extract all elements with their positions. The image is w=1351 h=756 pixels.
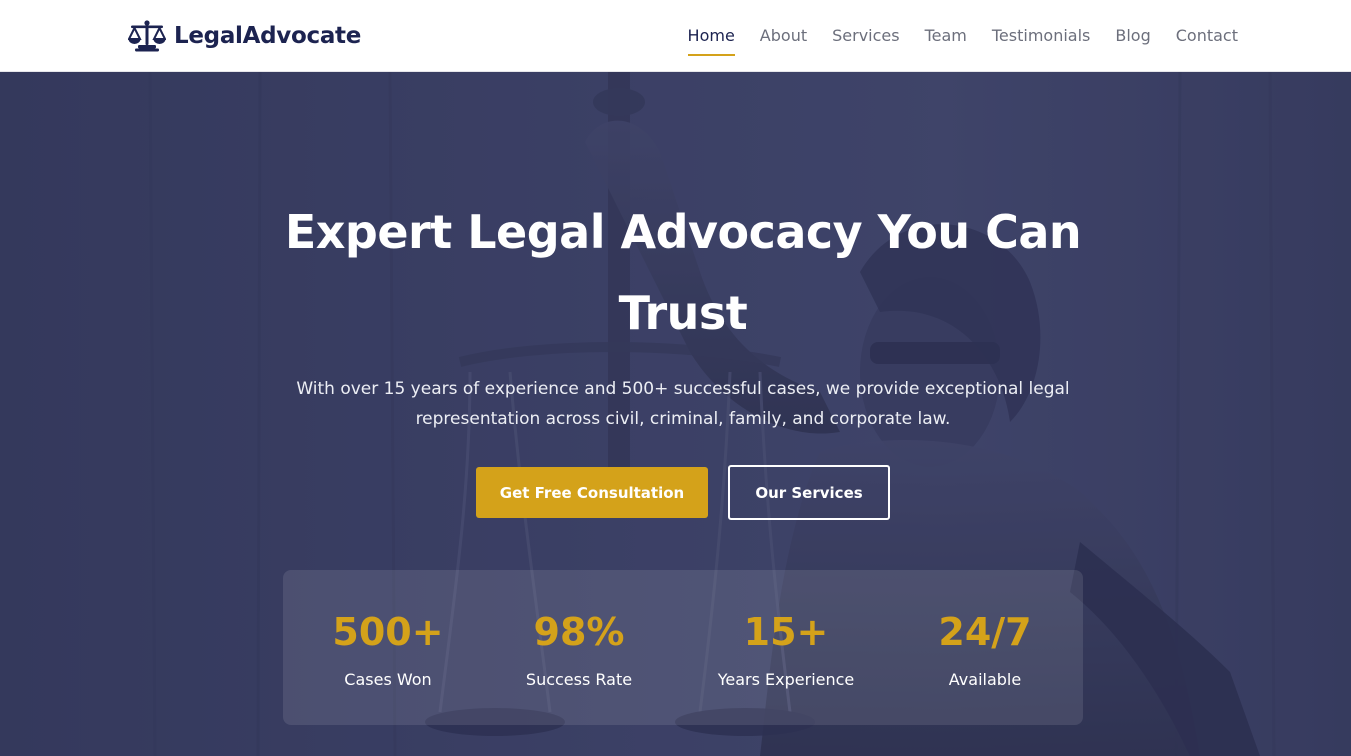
main-nav: Home About Services Team Testimonials Bl… — [687, 0, 1238, 72]
nav-about[interactable]: About — [760, 0, 807, 72]
nav-home[interactable]: Home — [687, 0, 736, 72]
stat-value: 15+ — [743, 610, 829, 654]
nav-testimonials[interactable]: Testimonials — [992, 0, 1091, 72]
our-services-button[interactable]: Our Services — [728, 465, 890, 520]
scales-of-justice-icon — [128, 20, 166, 52]
nav-contact[interactable]: Contact — [1176, 0, 1238, 72]
stat-value: 98% — [533, 610, 625, 654]
stat-label: Success Rate — [525, 670, 633, 689]
stat-years-experience: 15+ Years Experience — [686, 570, 886, 725]
stat-label: Cases Won — [344, 670, 432, 689]
stat-value: 24/7 — [938, 610, 1032, 654]
hero-section: Expert Legal Advocacy You Can Trust With… — [0, 72, 1351, 756]
nav-blog[interactable]: Blog — [1115, 0, 1150, 72]
stat-label: Available — [948, 670, 1022, 689]
hero-subtitle: With over 15 years of experience and 500… — [296, 379, 1070, 429]
stat-value: 500+ — [332, 610, 444, 654]
hero-title: Expert Legal Advocacy You Can Trust — [284, 205, 1082, 340]
site-header: LegalAdvocate Home About Services Team T… — [0, 0, 1351, 72]
nav-team[interactable]: Team — [925, 0, 967, 72]
stat-label: Years Experience — [717, 670, 855, 689]
hero-content: Expert Legal Advocacy You Can Trust With… — [0, 72, 1351, 756]
stat-success-rate: 98% Success Rate — [479, 570, 679, 725]
brand-name: LegalAdvocate — [174, 23, 362, 49]
stat-cases-won: 500+ Cases Won — [288, 570, 488, 725]
brand-logo[interactable]: LegalAdvocate — [128, 18, 361, 54]
stat-available: 24/7 Available — [885, 570, 1085, 725]
get-free-consultation-button[interactable]: Get Free Consultation — [476, 467, 708, 518]
nav-services[interactable]: Services — [832, 0, 899, 72]
stats-panel: 500+ Cases Won 98% Success Rate 15+ Year… — [283, 570, 1083, 725]
